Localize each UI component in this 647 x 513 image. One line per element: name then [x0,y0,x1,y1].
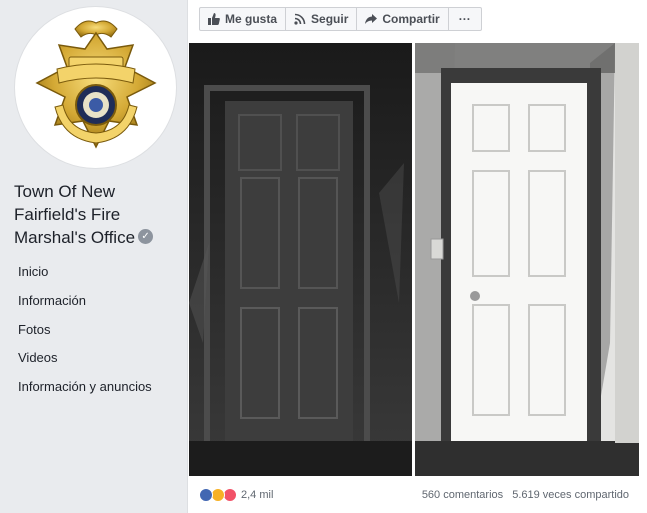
main-content: Me gusta Seguir Compartir ··· 2,4 mil 56… [187,0,647,513]
share-icon [365,14,378,24]
photo-white-door[interactable] [415,43,639,476]
wow-reaction-icon [211,488,225,502]
follow-button-label: Seguir [311,12,349,26]
follow-button[interactable]: Seguir [286,8,358,30]
nav-item-info-anuncios[interactable]: Información y anuncios [0,373,187,402]
post-footer: 2,4 mil 560 comentarios 5.619 veces comp… [188,476,647,513]
page-name-text: Town Of New Fairfield's Fire Marshal's O… [14,182,136,247]
like-reaction-icon [199,488,213,502]
fire-marshal-badge [35,20,157,149]
left-sidebar: Town Of New Fairfield's Fire Marshal's O… [0,0,187,513]
post-photos [189,43,639,476]
more-icon: ··· [458,12,471,26]
like-button-label: Me gusta [225,12,278,26]
comments-count[interactable]: 560 comentarios [422,489,503,501]
like-button[interactable]: Me gusta [200,8,287,30]
post-stats: 560 comentarios 5.619 veces compartido [416,489,629,501]
like-icon [208,13,220,25]
white-door-image [415,43,639,476]
page-nav: Inicio Información Fotos Videos Informac… [0,258,187,402]
reactions-summary[interactable]: 2,4 mil [199,488,273,502]
share-button-label: Compartir [382,12,440,26]
more-button[interactable]: ··· [449,8,481,30]
shares-count[interactable]: 5.619 veces compartido [512,489,629,501]
page-title[interactable]: Town Of New Fairfield's Fire Marshal's O… [14,180,182,249]
profile-picture[interactable] [14,6,177,169]
facebook-page: Town Of New Fairfield's Fire Marshal's O… [0,0,647,513]
nav-item-inicio[interactable]: Inicio [0,258,187,287]
nav-item-informacion[interactable]: Información [0,287,187,316]
burned-door-image [189,43,412,476]
rss-icon [294,13,306,25]
photo-burned-door[interactable] [189,43,412,476]
page-actions-bar: Me gusta Seguir Compartir ··· [199,7,482,31]
reactions-count: 2,4 mil [241,489,274,501]
verified-icon: ✓ [138,229,154,245]
love-reaction-icon [223,488,237,502]
nav-item-fotos[interactable]: Fotos [0,316,187,345]
share-button[interactable]: Compartir [357,8,449,30]
nav-item-videos[interactable]: Videos [0,344,187,373]
